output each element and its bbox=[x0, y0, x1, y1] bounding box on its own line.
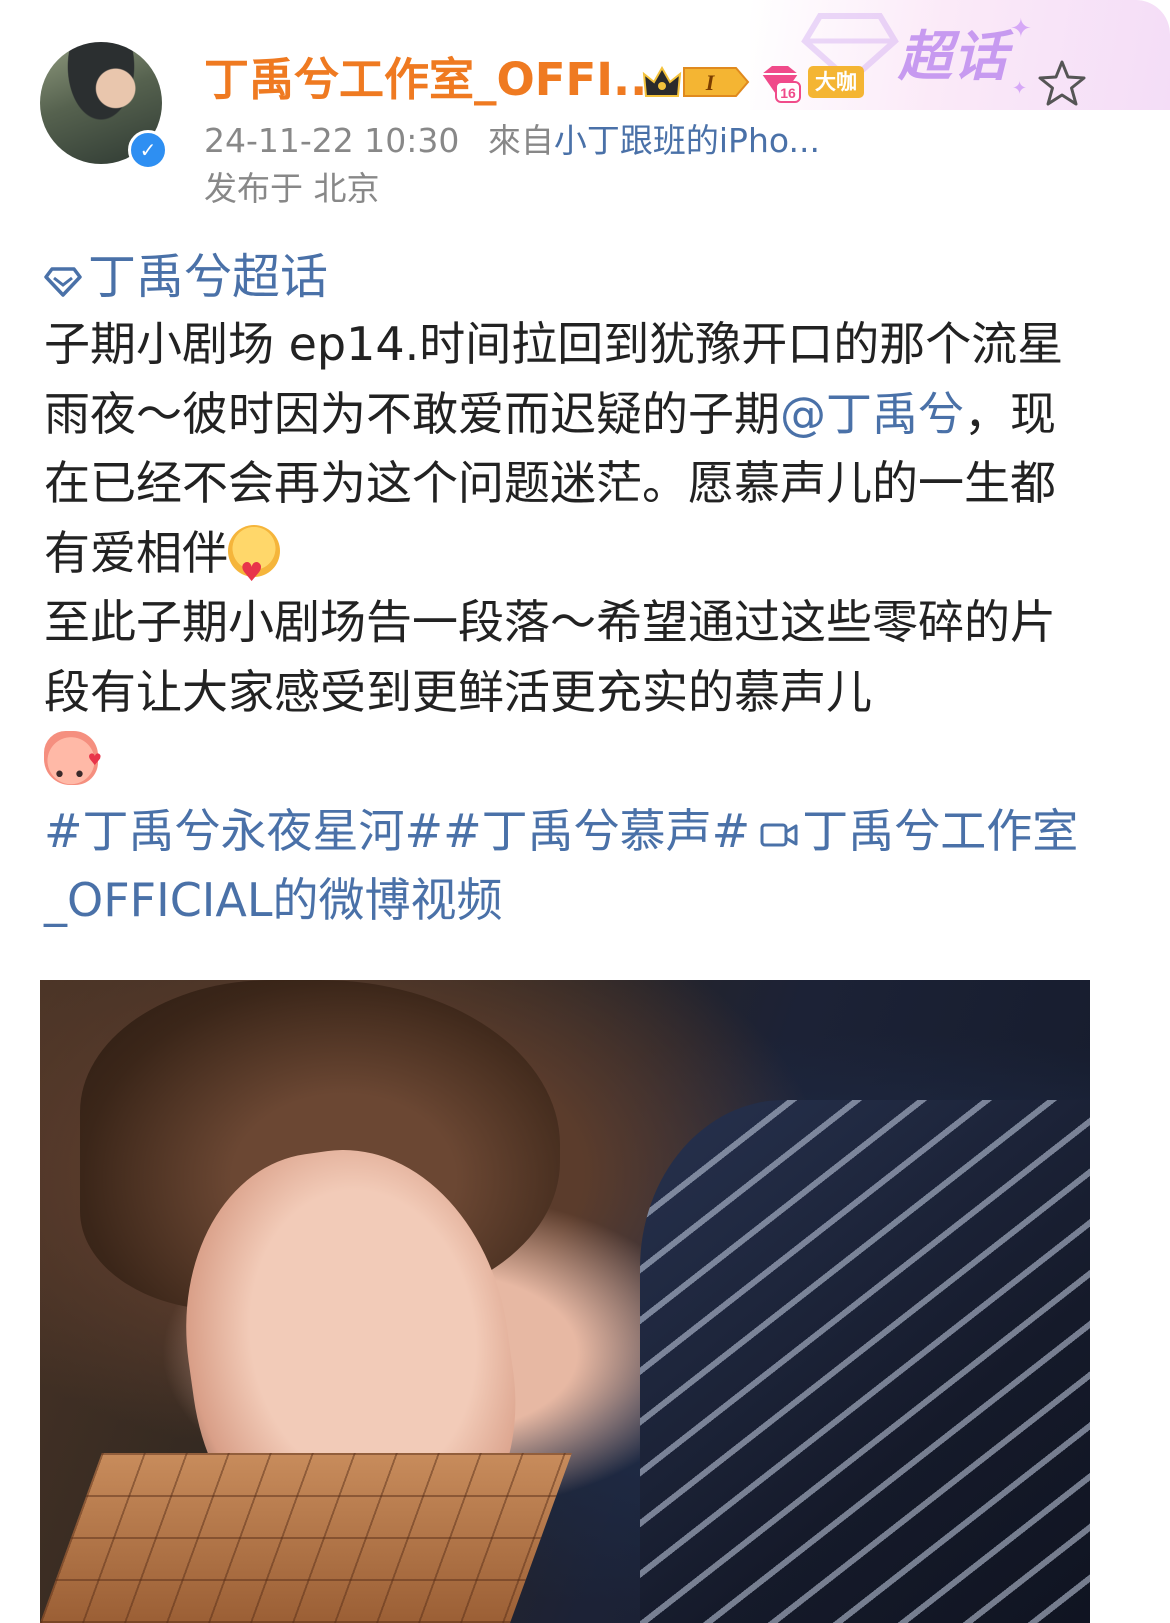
crown-badge-icon[interactable]: I bbox=[640, 60, 752, 104]
video-icon bbox=[760, 823, 798, 846]
mention-link[interactable]: @丁禹兮 bbox=[780, 387, 964, 441]
supertopic-label: 丁禹兮超话 bbox=[88, 249, 329, 305]
post-source-link[interactable]: 小丁跟班的iPho... bbox=[554, 121, 820, 160]
video-thumbnail[interactable] bbox=[40, 980, 1090, 1623]
post-text: 至此子期小剧场告一段落～希望通过这些零碎的片段有让大家感受到更鲜活更充实的慕声儿 bbox=[44, 595, 1056, 719]
post-meta: 24-11-22 10:30 來自小丁跟班的iPho... bbox=[204, 118, 820, 164]
supertopic-link[interactable]: 丁禹兮超话 bbox=[44, 244, 328, 310]
level-badge-icon[interactable]: 16 bbox=[758, 64, 802, 104]
level-label: 16 bbox=[780, 85, 796, 101]
daka-badge[interactable]: 大咖 bbox=[808, 66, 864, 98]
blob-emoji-icon bbox=[44, 725, 102, 811]
rank-label: I bbox=[705, 70, 716, 95]
hug-emoji-icon bbox=[228, 524, 280, 608]
star-icon[interactable] bbox=[1036, 58, 1088, 110]
hashtag-link[interactable]: #丁禹兮慕声# bbox=[443, 804, 750, 858]
sparkle-icon: ✦ bbox=[1010, 14, 1032, 44]
verified-icon: ✓ bbox=[128, 130, 168, 170]
timestamp: 24-11-22 10:30 bbox=[204, 121, 460, 160]
thumbnail-robe bbox=[640, 1100, 1090, 1623]
source-prefix: 來自 bbox=[487, 121, 554, 160]
author-name[interactable]: 丁禹兮工作室_OFFI... bbox=[204, 50, 664, 110]
thumbnail-go-board bbox=[40, 1453, 572, 1623]
supertopic-badge[interactable]: 超话 bbox=[898, 22, 1008, 92]
sparkle-icon: ✦ bbox=[1012, 78, 1028, 99]
weibo-post-card: 超话 ✦ ✦ ✓ 丁禹兮工作室_OFFI... I 16 大咖 24-11-22… bbox=[0, 0, 1170, 1623]
hashtag-link[interactable]: #丁禹兮永夜星河# bbox=[44, 804, 443, 858]
post-body: 子期小剧场 ep14.时间拉回到犹豫开口的那个流星雨夜～彼时因为不敢爱而迟疑的子… bbox=[44, 310, 1084, 936]
supertopic-icon bbox=[44, 267, 82, 297]
location: 发布于 北京 bbox=[204, 169, 380, 208]
